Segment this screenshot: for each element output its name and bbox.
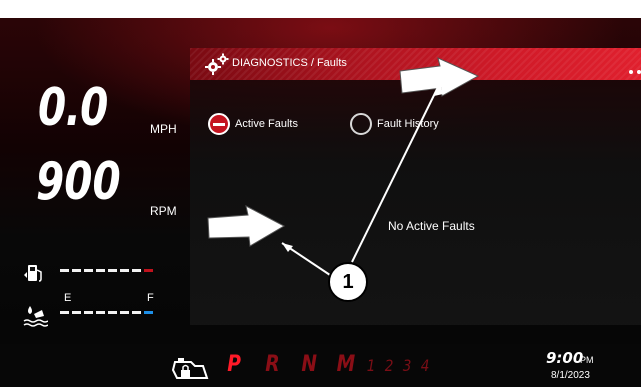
annotation-arrow-left bbox=[207, 205, 286, 247]
annotation-leader-lines bbox=[281, 82, 443, 276]
callout-badge: 1 bbox=[328, 262, 368, 302]
annotation-overlay bbox=[207, 57, 480, 276]
